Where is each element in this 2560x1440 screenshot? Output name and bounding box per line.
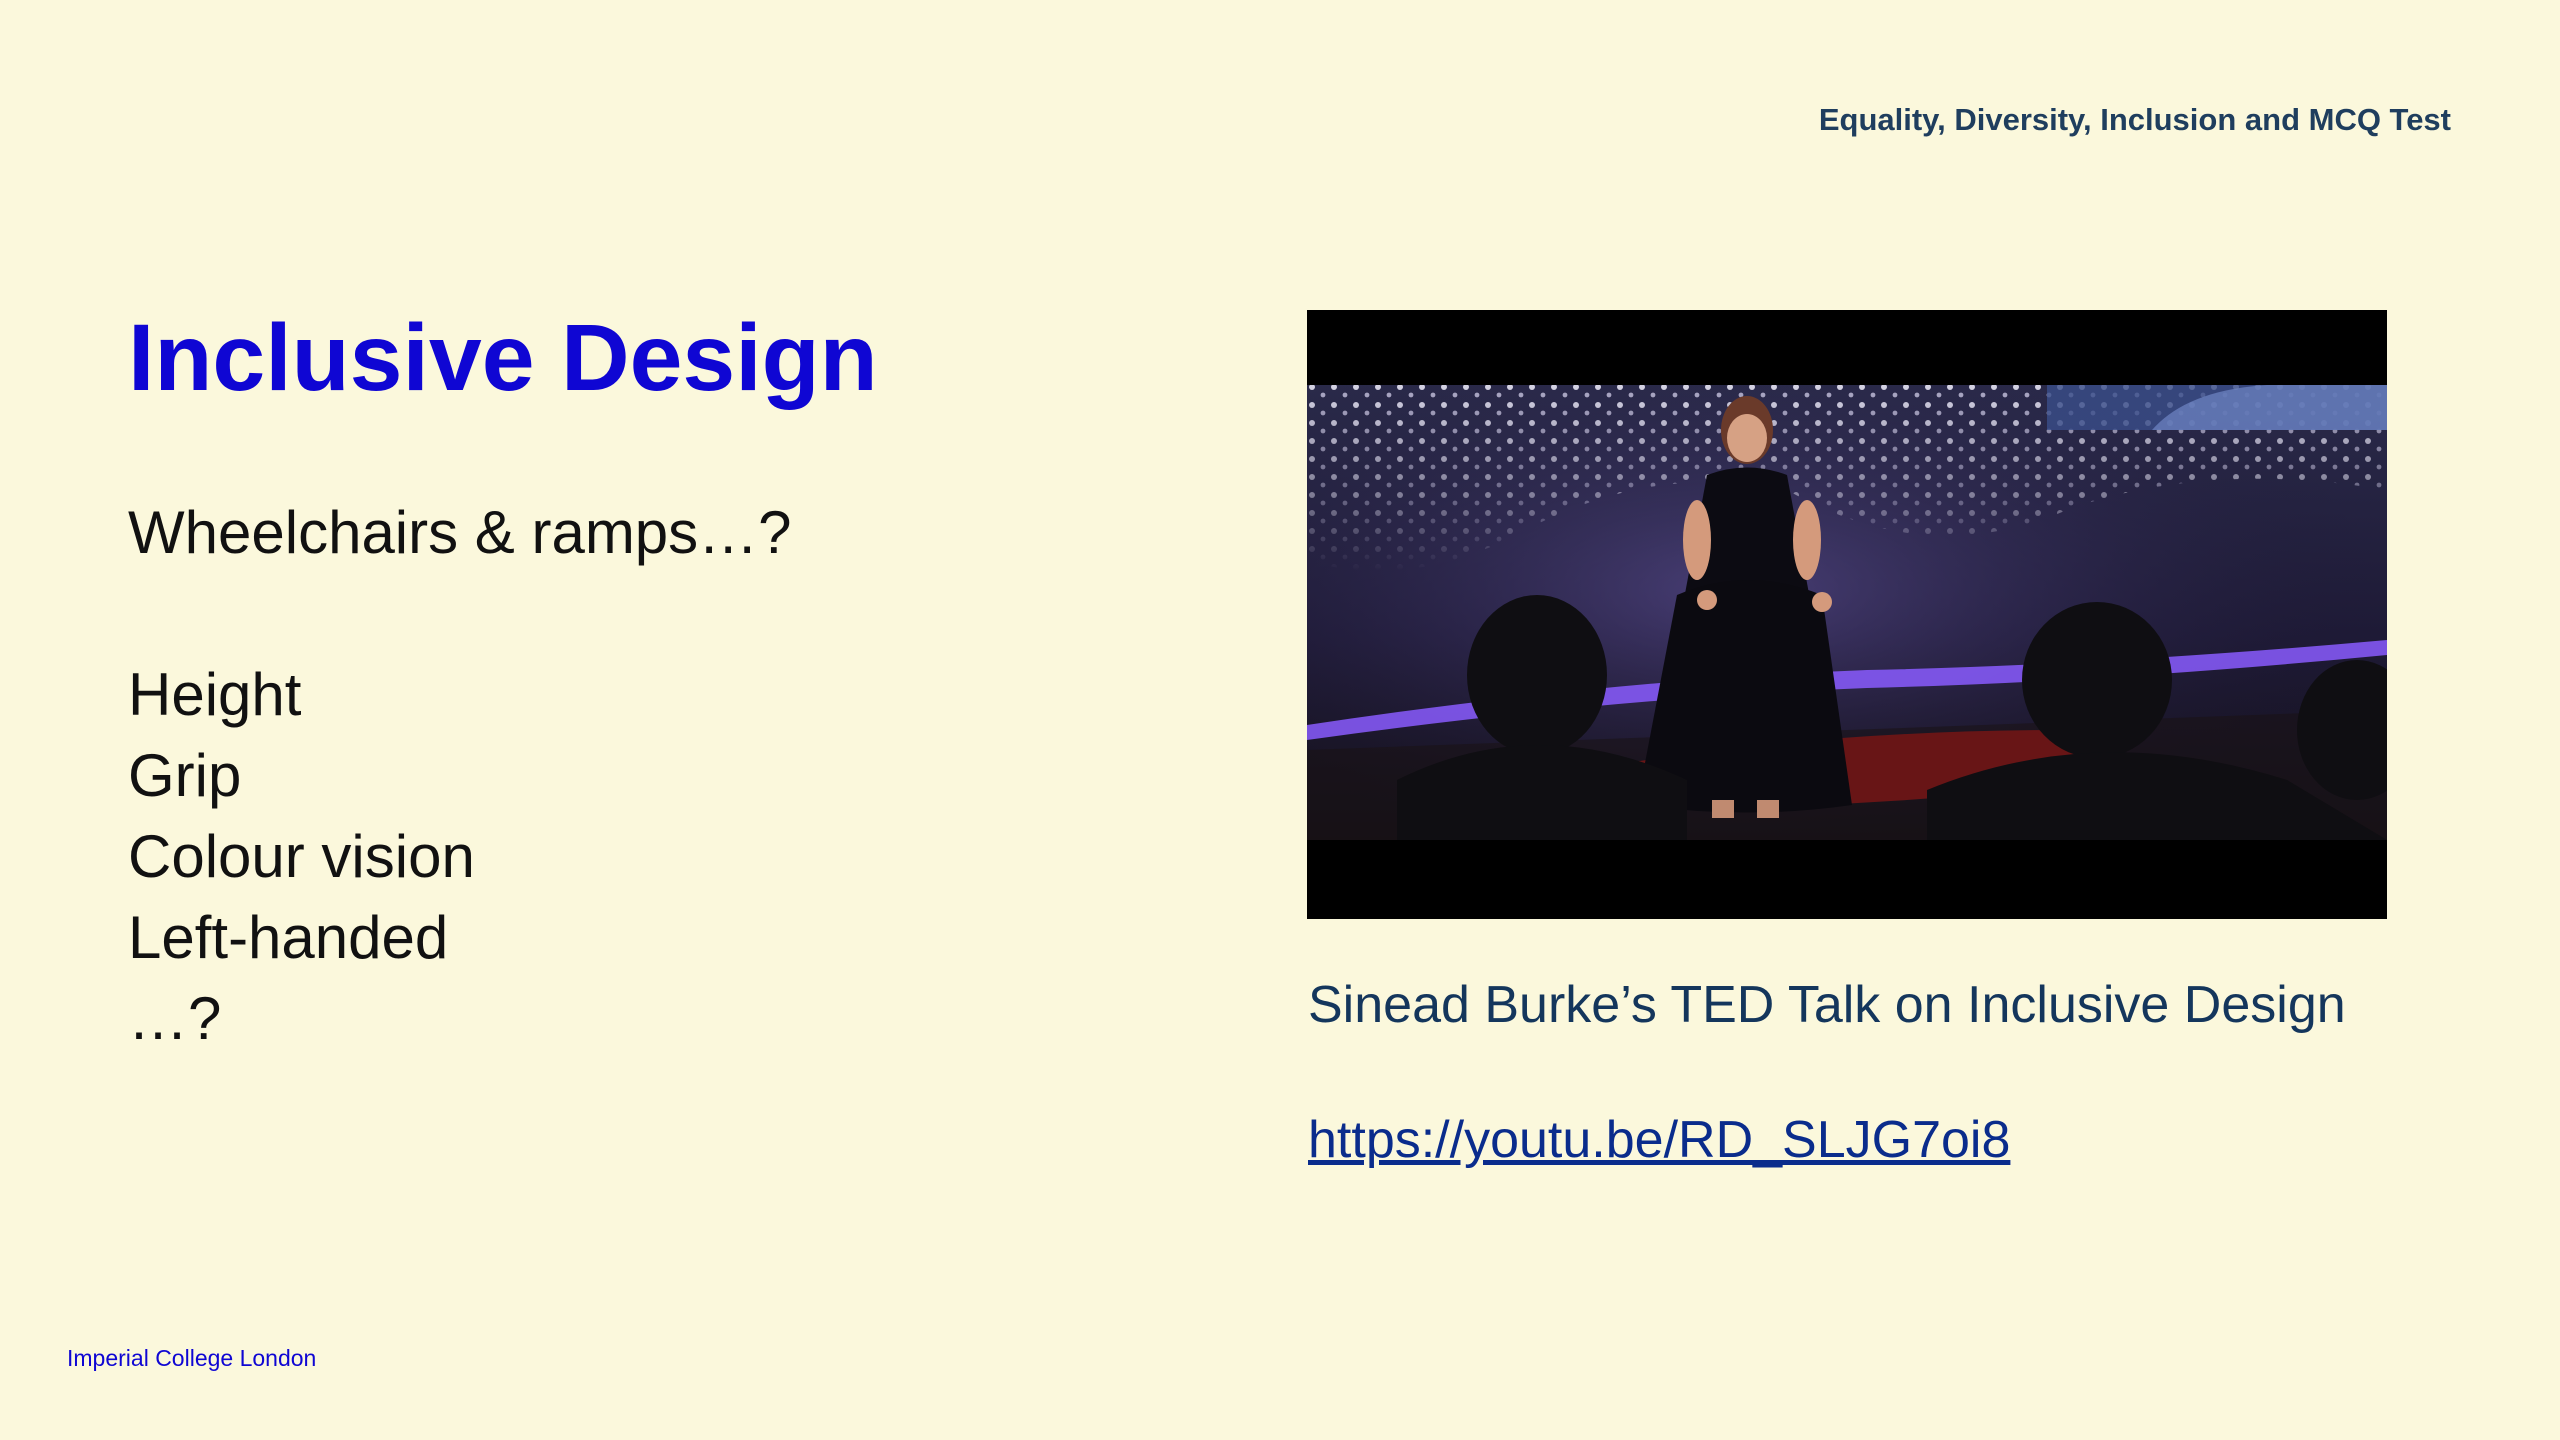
course-header: Equality, Diversity, Inclusion and MCQ T… [1818, 102, 2451, 137]
list-item: Grip [128, 742, 242, 809]
video-thumbnail[interactable] [1307, 310, 2387, 919]
stage-image [1307, 310, 2387, 919]
institution-footer: Imperial College London [67, 1345, 317, 1371]
video-caption: Sinead Burke’s TED Talk on Inclusive Des… [1308, 976, 2346, 1034]
bullet-list: Wheelchairs & ramps…? Height Grip Colour… [128, 492, 792, 1059]
list-item: Colour vision [128, 823, 475, 890]
list-item: Height [128, 661, 302, 728]
slide: Equality, Diversity, Inclusion and MCQ T… [0, 0, 2560, 1440]
list-item: …? [128, 985, 222, 1052]
question-text: Wheelchairs & ramps…? [128, 499, 792, 566]
video-link[interactable]: https://youtu.be/RD_SLJG7oi8 [1308, 1110, 2010, 1170]
list-item: Left-handed [128, 904, 449, 971]
slide-title: Inclusive Design [128, 305, 878, 411]
